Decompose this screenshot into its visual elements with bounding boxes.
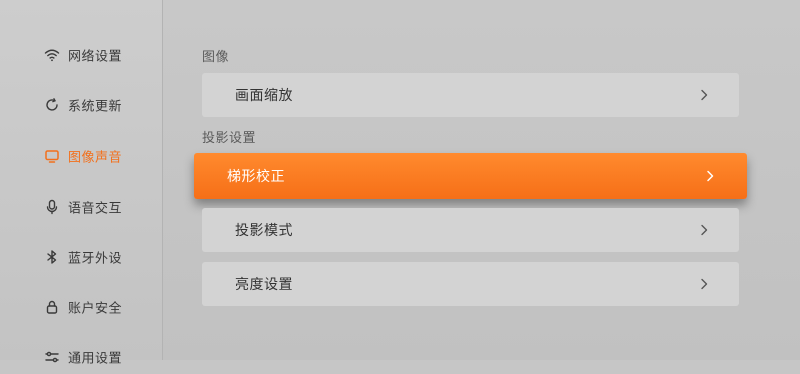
settings-row-brightness[interactable]: 亮度设置: [202, 262, 739, 306]
chevron-right-icon: [699, 278, 709, 290]
bluetooth-icon: [44, 249, 60, 265]
sidebar-item-label: 系统更新: [68, 99, 123, 115]
lock-icon: [44, 299, 60, 315]
sidebar-item-voice[interactable]: 语音交互: [0, 190, 162, 224]
row-label: 梯形校正: [227, 169, 285, 185]
sidebar: 网络设置 系统更新 图像声音 语音交互 蓝牙外设 账户安全 通用设置: [0, 0, 163, 367]
sidebar-item-label: 账户安全: [68, 301, 123, 317]
sidebar-item-label: 通用设置: [68, 351, 123, 367]
settings-row-zoom[interactable]: 画面缩放: [202, 73, 739, 117]
sidebar-item-general[interactable]: 通用设置: [0, 340, 162, 374]
sidebar-item-bluetooth[interactable]: 蓝牙外设: [0, 240, 162, 274]
row-label: 画面缩放: [235, 88, 293, 104]
sidebar-item-network[interactable]: 网络设置: [0, 38, 162, 72]
section-title-picture: 图像: [202, 50, 230, 65]
chevron-right-icon: [699, 224, 709, 236]
wifi-icon: [44, 47, 60, 63]
sidebar-item-label: 图像声音: [68, 150, 123, 166]
settings-row-projection-mode[interactable]: 投影模式: [202, 208, 739, 252]
sidebar-item-label: 蓝牙外设: [68, 251, 123, 267]
sidebar-item-label: 网络设置: [68, 49, 123, 65]
microphone-icon: [44, 199, 60, 215]
sliders-icon: [44, 349, 60, 365]
sidebar-item-picture-sound[interactable]: 图像声音: [0, 139, 162, 173]
refresh-icon: [44, 97, 60, 113]
row-label: 亮度设置: [235, 277, 293, 293]
chevron-right-icon: [699, 89, 709, 101]
sidebar-item-label: 语音交互: [68, 201, 123, 217]
settings-row-keystone[interactable]: 梯形校正: [194, 153, 747, 199]
sidebar-item-system-update[interactable]: 系统更新: [0, 88, 162, 122]
sidebar-item-account-security[interactable]: 账户安全: [0, 290, 162, 324]
row-label: 投影模式: [235, 223, 293, 239]
section-title-projection: 投影设置: [202, 131, 257, 146]
monitor-icon: [44, 148, 60, 164]
chevron-right-icon: [705, 170, 715, 182]
